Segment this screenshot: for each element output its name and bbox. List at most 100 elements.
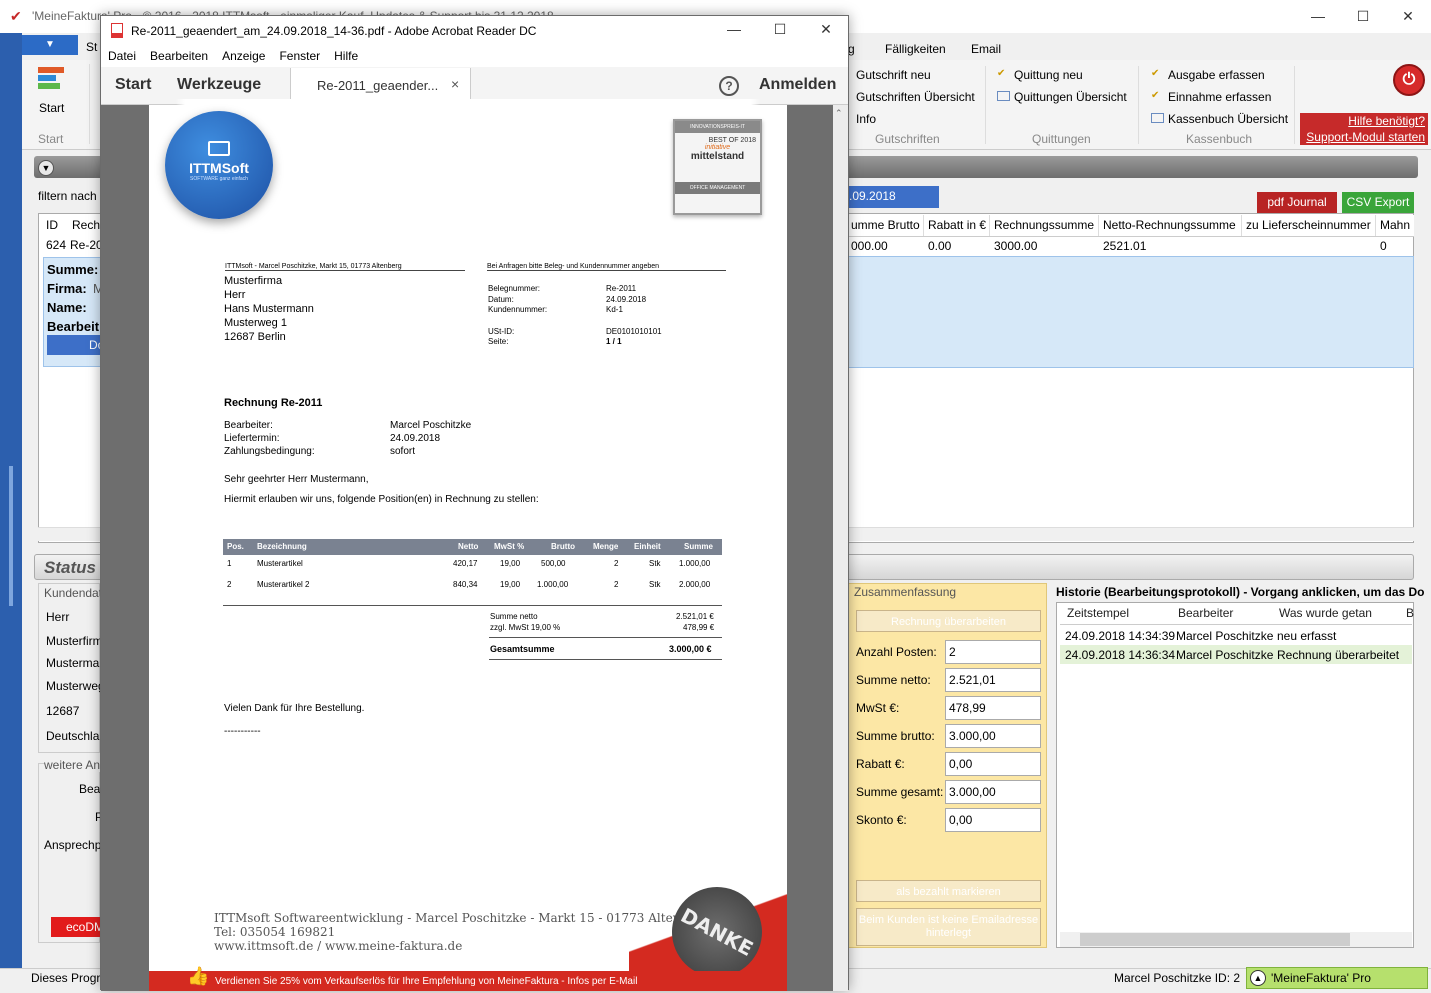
col-netto-rechnungssumme[interactable]: Netto-Rechnungssumme xyxy=(1099,215,1242,236)
pro-badge[interactable]: 'MeineFaktura' Pro xyxy=(1246,967,1428,989)
menu-bearbeiten[interactable]: Bearbeiten xyxy=(143,45,215,67)
start-label[interactable]: Start xyxy=(39,101,64,115)
intro-text: Hiermit erlauben wir uns, folgende Posit… xyxy=(224,494,539,505)
einnahme-erfassen-item[interactable]: Einnahme erfassen xyxy=(1168,90,1271,104)
info-item[interactable]: Info xyxy=(856,112,876,126)
document-tab-label[interactable]: Re-2011_geaender... xyxy=(317,78,438,93)
detail-selection-area xyxy=(847,256,1414,368)
history-col-bearbeiter[interactable]: Bearbeiter xyxy=(1178,606,1233,620)
detail-doc-button[interactable]: Do xyxy=(47,335,104,355)
acrobat-window: Re-2011_geaendert_am_24.09.2018_14-36.pd… xyxy=(100,14,849,993)
gutschriften-uebersicht-item[interactable]: Gutschriften Übersicht xyxy=(856,90,975,104)
th-brutto: Brutto xyxy=(551,542,575,551)
mwst-field[interactable]: 478,99 xyxy=(945,696,1041,720)
skonto-field[interactable]: 0,00 xyxy=(945,808,1041,832)
quittung-neu-item[interactable]: Quittung neu xyxy=(1014,68,1083,82)
cell-netto: 2521.01 xyxy=(1103,239,1147,253)
chevron-down-icon[interactable]: ▼ xyxy=(38,160,54,176)
grid-cell-rechnung[interactable]: Re-20 xyxy=(70,238,103,252)
history-row[interactable]: 24.09.2018 14:36:34 Marcel Poschitzke Re… xyxy=(1060,645,1412,664)
history-col-more[interactable]: B xyxy=(1406,606,1414,620)
meta-datum-value: 24.09.2018 xyxy=(606,295,647,304)
summe-netto-field[interactable]: 2.521,01 xyxy=(945,668,1041,692)
menu-fenster[interactable]: Fenster xyxy=(272,45,327,67)
col-rechnungssumme[interactable]: Rechnungssumme xyxy=(990,215,1099,236)
summe-gesamt-field[interactable]: 3.000,00 xyxy=(945,780,1041,804)
email-missing-button[interactable]: Beim Kunden ist keine Emailadresse hinte… xyxy=(856,908,1041,946)
sender-line: ITTMsoft - Marcel Poschitzke, Markt 15, … xyxy=(225,263,465,271)
th-menge: Menge xyxy=(593,542,619,551)
chevron-up-icon[interactable]: ⌃ xyxy=(835,108,843,119)
history-col-zeitstempel[interactable]: Zeitstempel xyxy=(1067,606,1129,620)
login-button[interactable]: Anmelden xyxy=(759,76,836,94)
logo-text: ITTMSoft xyxy=(189,160,249,176)
support-link[interactable]: Support-Modul starten xyxy=(1300,129,1428,145)
menu-datei[interactable]: Datei xyxy=(101,45,143,67)
ecodms-button[interactable]: ecoDM xyxy=(51,917,104,937)
summe-brutto-field[interactable]: 3.000,00 xyxy=(945,724,1041,748)
acrobat-maximize-button[interactable]: ☐ xyxy=(757,14,803,44)
ribbon-group-start: Start xyxy=(38,132,64,146)
acrobat-minimize-button[interactable]: — xyxy=(711,14,757,44)
history-hscrollbar[interactable] xyxy=(1060,932,1412,947)
close-tab-icon[interactable]: × xyxy=(451,76,459,92)
meta-seite-label: Seite: xyxy=(488,337,509,346)
col-lieferscheinnummer[interactable]: zu Lieferscheinnummer xyxy=(1242,215,1376,236)
maximize-button[interactable]: ☐ xyxy=(1340,0,1386,33)
divider xyxy=(223,605,722,606)
quittungen-uebersicht-item[interactable]: Quittungen Übersicht xyxy=(1014,90,1127,104)
logo-subtext: SOFTWARE ganz einfach xyxy=(190,176,248,182)
acrobat-close-button[interactable]: ✕ xyxy=(803,14,849,44)
app-menu-dropdown[interactable]: ▼ xyxy=(22,35,78,55)
kunde-anrede: Herr xyxy=(46,610,70,624)
tab-start[interactable]: St xyxy=(86,40,100,58)
history-col-aktion[interactable]: Was wurde getan xyxy=(1279,606,1372,620)
tab-faelligkeiten[interactable]: Fälligkeiten xyxy=(885,42,946,56)
col-rabatt[interactable]: Rabatt in € xyxy=(924,215,990,236)
start-icon[interactable] xyxy=(38,67,66,95)
help-icon[interactable]: ? xyxy=(719,76,739,96)
pdf-scrollbar[interactable] xyxy=(833,105,848,991)
chevron-up-icon[interactable]: ▲ xyxy=(1250,970,1266,986)
ribbon-divider xyxy=(1138,66,1139,144)
summary-title: Zusammenfassung xyxy=(854,585,957,599)
address-strasse: Musterweg 1 xyxy=(224,317,287,329)
help-link[interactable]: Hilfe benötigt? xyxy=(1300,113,1428,129)
power-icon[interactable]: ⏻ xyxy=(1393,64,1425,96)
grid-header-id[interactable]: ID xyxy=(46,218,58,232)
sum-netto-value: 2.521,01 € xyxy=(676,612,714,621)
info-liefer-value: 24.09.2018 xyxy=(390,433,441,444)
col-summe-brutto[interactable]: umme Brutto xyxy=(847,215,924,236)
cell-summe-brutto: 000.00 xyxy=(851,239,888,253)
history-row[interactable]: 24.09.2018 14:34:39 Marcel Poschitzke ne… xyxy=(1060,626,1402,645)
table-row[interactable]: 000.00 0.00 3000.00 2521.01 0 xyxy=(847,237,1414,256)
close-button[interactable]: ✕ xyxy=(1385,0,1431,33)
pdf-journal-button[interactable]: pdf Journal xyxy=(1257,192,1337,213)
grid-cell-id[interactable]: 624 xyxy=(46,238,66,252)
col-mahnung[interactable]: Mahn xyxy=(1376,215,1414,236)
minimize-button[interactable]: — xyxy=(1295,0,1341,33)
side-scroll-handle[interactable] xyxy=(9,466,13,606)
menu-hilfe[interactable]: Hilfe xyxy=(327,45,365,67)
tab-werkzeuge[interactable]: Werkzeuge xyxy=(177,76,261,94)
tab-partial[interactable]: g xyxy=(848,42,855,56)
total-label: Gesamtsumme xyxy=(490,644,555,654)
ausgabe-erfassen-item[interactable]: Ausgabe erfassen xyxy=(1168,68,1265,82)
date-filter-field[interactable]: .09.2018 xyxy=(847,186,939,208)
csv-export-button[interactable]: CSV Export xyxy=(1342,192,1414,213)
menu-anzeige[interactable]: Anzeige xyxy=(215,45,272,67)
tab-email[interactable]: Email xyxy=(971,42,1001,56)
anzahl-posten-field[interactable]: 2 xyxy=(945,640,1041,664)
mwst-label: zzgl. MwSt 19,00 % xyxy=(490,623,561,632)
mark-paid-button[interactable]: als bezahlt markieren xyxy=(856,880,1041,902)
acrobat-title: Re-2011_geaendert_am_24.09.2018_14-36.pd… xyxy=(131,24,537,38)
edit-invoice-button[interactable]: Rechnung überarbeiten xyxy=(856,610,1041,632)
support-module-button[interactable]: Hilfe benötigt? Support-Modul starten xyxy=(1300,113,1428,145)
detail-summe-label: Summe: xyxy=(47,262,99,277)
gutschrift-neu-item[interactable]: Gutschrift neu xyxy=(856,68,931,82)
meta-beleg-label: Belegnummer: xyxy=(488,284,541,293)
filter-label: filtern nach xyxy=(38,189,97,203)
kassenbuch-uebersicht-item[interactable]: Kassenbuch Übersicht xyxy=(1168,112,1288,126)
rabatt-field[interactable]: 0,00 xyxy=(945,752,1041,776)
tab-start-home[interactable]: Start xyxy=(115,76,151,94)
